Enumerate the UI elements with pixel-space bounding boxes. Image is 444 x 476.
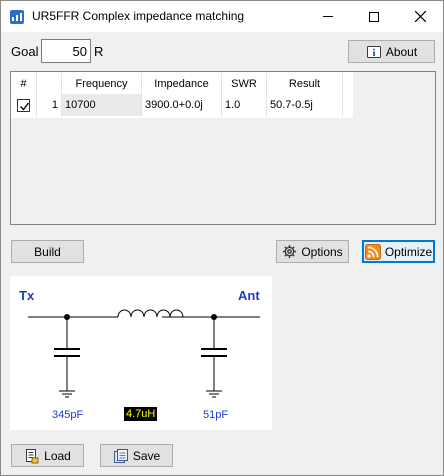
save-button-label: Save (132, 448, 161, 463)
close-button[interactable] (397, 1, 443, 32)
grid-content: # Frequency Impedance SWR Result 1 10700… (11, 72, 353, 118)
about-button[interactable]: About (348, 40, 435, 63)
app-icon (10, 10, 24, 24)
row-checkbox[interactable] (17, 98, 30, 112)
column-header-number[interactable]: # (11, 73, 37, 95)
optimize-button[interactable]: Optimize (362, 240, 435, 263)
cell-swr: 1.0 (222, 94, 267, 116)
window-title: UR5FFR Complex impedance matching (32, 9, 245, 23)
checkmark-icon (20, 102, 30, 111)
goal-label: Goal (11, 44, 39, 59)
tx-label: Tx (19, 288, 35, 303)
build-button[interactable]: Build (11, 240, 84, 263)
app-window: UR5FFR Complex impedance matching Goal R… (0, 0, 444, 476)
c-out-ground (206, 390, 222, 398)
rss-icon (364, 243, 381, 260)
options-button-label: Options (301, 244, 343, 259)
gear-icon (283, 244, 297, 259)
options-button[interactable]: Options (276, 240, 349, 263)
build-button-label: Build (34, 244, 61, 259)
column-header-frequency[interactable]: Frequency (62, 73, 142, 95)
row-checkbox-cell[interactable] (11, 94, 37, 116)
cell-result: 50.7-0.5j (267, 94, 343, 116)
optimize-button-label: Optimize (384, 244, 433, 259)
data-grid[interactable]: # Frequency Impedance SWR Result 1 10700… (10, 71, 436, 225)
save-button[interactable]: Save (100, 444, 173, 467)
grid-header-row: # Frequency Impedance SWR Result (11, 73, 343, 95)
maximize-button[interactable] (351, 1, 397, 32)
goal-input[interactable] (41, 39, 91, 63)
load-button-label: Load (44, 448, 71, 463)
load-icon (26, 448, 39, 463)
schematic-panel: Tx Ant 345pF 4.7uH 51pF (10, 276, 272, 430)
junction-right (211, 314, 217, 320)
minimize-icon (323, 16, 333, 17)
column-header-blank (37, 73, 62, 95)
save-icon (113, 448, 128, 463)
c-in-ground (59, 390, 75, 398)
about-icon (366, 45, 381, 58)
table-row[interactable]: 1 10700 3900.0+0.0j 1.0 50.7-0.5j (11, 94, 343, 116)
minimize-button[interactable] (305, 1, 351, 32)
goal-unit: R (94, 44, 104, 59)
maximize-icon (369, 11, 379, 22)
column-header-result[interactable]: Result (267, 73, 343, 95)
column-header-swr[interactable]: SWR (222, 73, 267, 95)
close-icon (414, 11, 426, 22)
cell-frequency[interactable]: 10700 (62, 94, 142, 116)
column-header-impedance[interactable]: Impedance (142, 73, 222, 95)
input-capacitor-value: 345pF (52, 409, 84, 421)
load-button[interactable]: Load (11, 444, 84, 467)
inductor-value: 4.7uH (124, 407, 158, 421)
inductor-coil (117, 309, 184, 318)
ant-label: Ant (238, 288, 260, 303)
about-button-label: About (385, 44, 418, 59)
output-capacitor-value: 51pF (203, 409, 229, 421)
cell-impedance[interactable]: 3900.0+0.0j (142, 94, 222, 116)
junction-left (64, 314, 70, 320)
row-index: 1 (37, 94, 62, 116)
title-bar[interactable]: UR5FFR Complex impedance matching (1, 1, 443, 32)
